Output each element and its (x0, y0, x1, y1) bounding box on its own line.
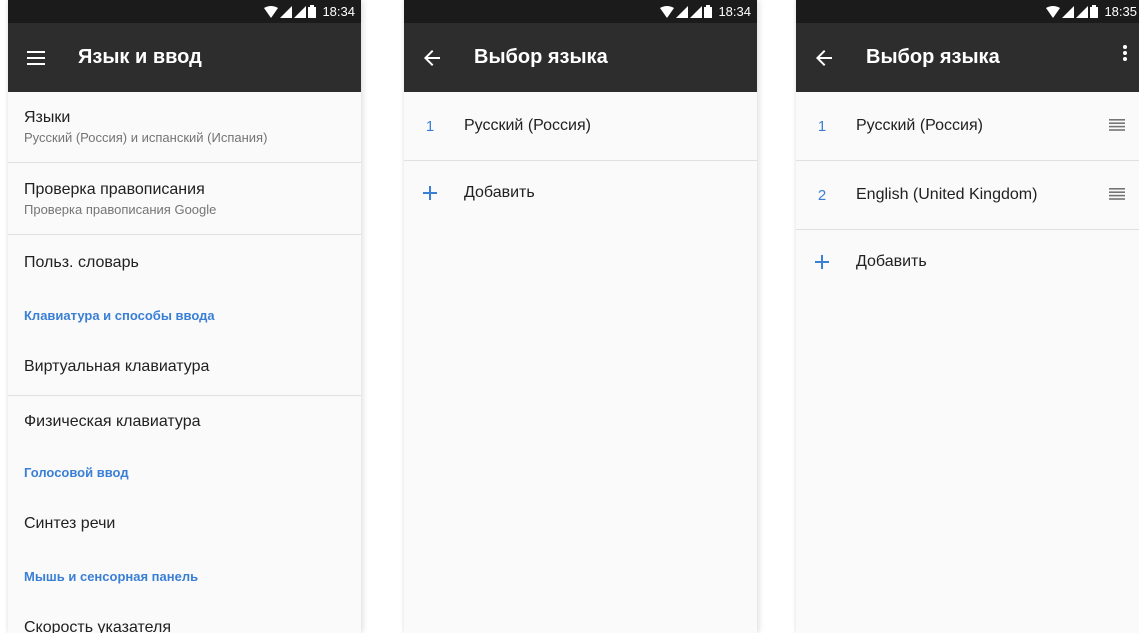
drag-handle[interactable] (1109, 187, 1125, 205)
plus-icon (815, 255, 829, 269)
back-button[interactable] (796, 49, 852, 66)
battery-icon (308, 5, 317, 18)
setting-summary: Проверка правописания Google (24, 201, 217, 217)
menu-button[interactable] (8, 50, 64, 65)
wifi-icon (264, 5, 279, 18)
signal-icon (1062, 5, 1075, 18)
setting-title: Проверка правописания (24, 180, 205, 198)
language-row[interactable]: 1 Русский (Россия) (796, 92, 1139, 161)
setting-title: Синтез речи (24, 515, 116, 532)
signal-icon (676, 5, 689, 18)
arrow-back-icon (424, 49, 440, 66)
drag-handle-icon (1109, 188, 1125, 200)
status-bar: 18:35 (796, 0, 1139, 23)
add-language-button[interactable]: Добавить (796, 230, 1139, 294)
screen-language-select: 18:34 Выбор языка 1 Русский (Россия) Доб… (404, 0, 757, 633)
language-order-number: 2 (817, 186, 827, 204)
page-title: Язык и ввод (78, 46, 202, 68)
wifi-icon (660, 5, 675, 18)
battery-icon (704, 5, 713, 18)
add-language-button[interactable]: Добавить (404, 161, 757, 225)
app-bar: Выбор языка (796, 23, 1139, 92)
signal-icon (280, 5, 293, 18)
app-bar: Выбор языка (404, 23, 757, 92)
screen-language-input: 18:34 Язык и ввод Языки Русский (Россия)… (8, 0, 361, 633)
setting-title: Физическая клавиатура (24, 413, 201, 430)
signal-icon (294, 5, 307, 18)
language-name: English (United Kingdom) (856, 186, 1038, 203)
status-bar: 18:34 (8, 0, 361, 23)
app-bar: Язык и ввод (8, 23, 361, 92)
add-language-label: Добавить (856, 253, 927, 270)
signal-icon (690, 5, 703, 18)
status-bar: 18:34 (404, 0, 757, 23)
status-time: 18:35 (1104, 4, 1137, 19)
status-time: 18:34 (322, 4, 355, 19)
hamburger-menu-icon (27, 50, 45, 65)
battery-icon (1090, 5, 1099, 18)
screen-language-select-two: 18:35 Выбор языка 1 Русский (Россия) 2 E… (796, 0, 1139, 633)
setting-title: Скорость указателя (24, 619, 172, 633)
drag-handle[interactable] (1109, 118, 1125, 136)
language-name: Русский (Россия) (856, 117, 983, 134)
plus-icon (423, 186, 437, 200)
settings-list: Языки Русский (Россия) и испанский (Испа… (8, 92, 361, 633)
drag-handle-icon (1109, 119, 1125, 131)
page-title: Выбор языка (866, 46, 1000, 68)
category-keyboard-input: Клавиатура и способы ввода (24, 307, 215, 323)
wifi-icon (1046, 5, 1061, 18)
status-time: 18:34 (718, 4, 751, 19)
language-order-number: 1 (817, 117, 827, 135)
signal-icon (1076, 5, 1089, 18)
setting-pointer-speed[interactable]: Скорость указателя (8, 600, 361, 633)
setting-virtual-keyboard[interactable]: Виртуальная клавиатура (8, 339, 361, 396)
arrow-back-icon (816, 49, 832, 66)
setting-physical-keyboard[interactable]: Физическая клавиатура (8, 396, 361, 448)
setting-title: Языки (24, 109, 71, 126)
back-button[interactable] (404, 49, 460, 66)
setting-user-dictionary[interactable]: Польз. словарь (8, 235, 361, 291)
category-mouse-touchpad: Мышь и сенсорная панель (24, 568, 199, 584)
language-name: Русский (Россия) (464, 117, 591, 134)
category-voice-input: Голосовой ввод (24, 464, 129, 480)
language-row[interactable]: 1 Русский (Россия) (404, 92, 757, 161)
setting-title: Виртуальная клавиатура (24, 358, 210, 375)
overflow-menu-button[interactable] (1123, 45, 1127, 66)
more-vert-icon (1123, 45, 1127, 61)
language-row[interactable]: 2 English (United Kingdom) (796, 161, 1139, 230)
page-title: Выбор языка (474, 46, 608, 68)
setting-title: Польз. словарь (24, 254, 139, 271)
setting-summary: Русский (Россия) и испанский (Испания) (24, 130, 268, 145)
setting-tts[interactable]: Синтез речи (8, 496, 361, 552)
setting-spellcheck[interactable]: Проверка правописания Проверка правописа… (8, 163, 361, 235)
language-order-number: 1 (425, 117, 435, 135)
add-language-label: Добавить (464, 184, 535, 201)
setting-languages[interactable]: Языки Русский (Россия) и испанский (Испа… (8, 92, 361, 163)
